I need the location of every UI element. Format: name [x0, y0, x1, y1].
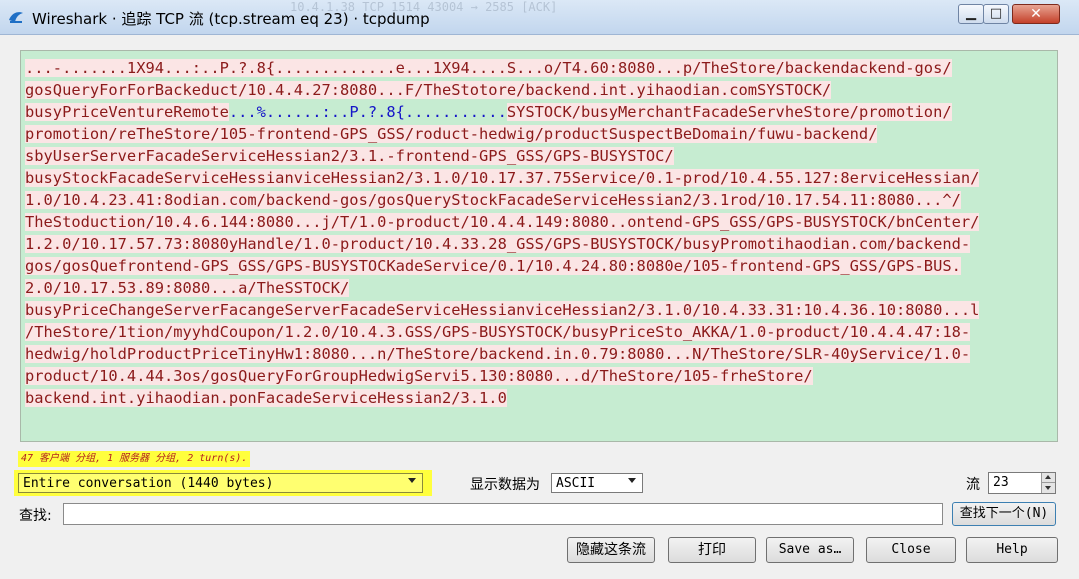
format-select-value: ASCII: [556, 476, 596, 491]
client-data-segment: backend.int.yihaodian.ponFacadeServiceHe…: [25, 389, 507, 407]
client-data-segment: product/10.4.44.3os/gosQueryForGroupHedw…: [25, 367, 813, 385]
follow-tcp-stream-window: 10.4.1.38 TCP 1514 43004 → 2585 [ACK] Wi…: [0, 0, 1079, 579]
chevron-down-icon: [628, 478, 636, 483]
window-title: Wireshark · 追踪 TCP 流 (tcp.stream eq 23) …: [32, 10, 430, 28]
maximize-icon: □: [989, 6, 1003, 21]
server-data-segment: ...%......:..P.?.8{...........: [228, 103, 507, 121]
hide-stream-button[interactable]: 隐藏这条流: [567, 537, 655, 563]
client-data-segment: promotion/reTheStore/105-frontend-GPS_GS…: [25, 125, 878, 143]
stream-line: busyStockFacadeServiceHessianviceHessian…: [25, 167, 980, 189]
stream-line: sbyUserServerFacadeServiceHessian2/3.1.-…: [25, 145, 979, 167]
client-data-segment: 2.0/10.17.53.89:8080...a/TheSSTOCK/: [25, 279, 350, 297]
stream-line: 1.2.0/10.17.57.73:8080yHandle/1.0-produc…: [25, 233, 979, 255]
stream-line: busyPriceVentureRemote...%......:..P.?.8…: [25, 101, 979, 123]
title-bar[interactable]: 10.4.1.38 TCP 1514 43004 → 2585 [ACK] Wi…: [0, 0, 1079, 35]
minimize-icon: ▁: [966, 6, 976, 21]
client-data-segment: TheStoduction/10.4.6.144:8080...j/T/1.0-…: [25, 213, 980, 231]
client-data-segment: gos/gosQuefrontend-GPS_GSS/GPS-BUSYSTOCK…: [25, 257, 961, 275]
stream-line: hedwig/holdProductPriceTinyHw1:8080...n/…: [25, 343, 979, 365]
client-data-segment: 1.2.0/10.17.57.73:8080yHandle/1.0-produc…: [25, 235, 971, 253]
spin-down-icon[interactable]: [1041, 483, 1055, 493]
conversation-select[interactable]: Entire conversation (1440 bytes): [18, 473, 423, 493]
client-data-segment: ...-.......1X94...:..P.?.8{.............…: [25, 59, 952, 77]
stream-line: gos/gosQuefrontend-GPS_GSS/GPS-BUSYSTOCK…: [25, 255, 979, 277]
client-data-segment: busyStockFacadeServiceHessianviceHessian…: [25, 169, 980, 187]
client-data-segment: /TheStore/1tion/myyhdCoupon/1.2.0/10.4.3…: [25, 323, 971, 341]
stream-line: TheStoduction/10.4.6.144:8080...j/T/1.0-…: [25, 211, 980, 233]
minimize-button[interactable]: ▁: [958, 4, 984, 24]
chevron-down-icon: [408, 478, 416, 483]
stream-number-spinbox[interactable]: 23: [988, 472, 1056, 494]
save-as-button[interactable]: Save as…: [766, 537, 854, 563]
spin-up-icon[interactable]: [1041, 473, 1055, 483]
stream-number-value: 23: [993, 475, 1009, 490]
client-data-segment: busyPriceChangeServerFacangeServerFacade…: [25, 301, 980, 319]
close-icon: ✕: [1030, 6, 1042, 22]
format-select[interactable]: ASCII: [551, 473, 643, 493]
client-data-segment: SYSTOCK/busyMerchantFacadeServheStore/pr…: [506, 103, 952, 121]
maximize-button[interactable]: □: [983, 4, 1009, 24]
conversation-select-value: Entire conversation (1440 bytes): [23, 476, 274, 491]
stream-line: ...-.......1X94...:..P.?.8{.............…: [25, 57, 979, 79]
wireshark-fin-icon: [9, 12, 23, 23]
client-data-segment: hedwig/holdProductPriceTinyHw1:8080...n/…: [25, 345, 971, 363]
stream-line: product/10.4.44.3os/gosQueryForGroupHedw…: [25, 365, 979, 387]
stream-number-label: 流: [966, 477, 980, 493]
stream-content-area[interactable]: ...-.......1X94...:..P.?.8{.............…: [20, 50, 1058, 442]
close-window-button[interactable]: ✕: [1012, 4, 1060, 24]
stream-line: gosQueryForForBackeduct/10.4.4.27:8080..…: [25, 79, 979, 101]
client-data-segment: 1.0/10.4.23.41:8odian.com/backend-gos/go…: [25, 191, 961, 209]
client-data-segment: gosQueryForForBackeduct/10.4.4.27:8080..…: [25, 81, 832, 99]
stream-line: 2.0/10.17.53.89:8080...a/TheSSTOCK/: [25, 277, 979, 299]
print-button[interactable]: 打印: [668, 537, 756, 563]
find-next-button[interactable]: 查找下一个(N): [952, 502, 1056, 526]
stream-lines: ...-.......1X94...:..P.?.8{.............…: [25, 57, 980, 409]
stream-line: backend.int.yihaodian.ponFacadeServiceHe…: [25, 387, 979, 409]
find-input[interactable]: [63, 503, 943, 525]
stream-line: busyPriceChangeServerFacangeServerFacade…: [25, 299, 980, 321]
format-label: 显示数据为: [470, 477, 540, 493]
packet-summary: 47 客户端 分组, 1 服务器 分组, 2 turn(s).: [18, 451, 251, 467]
client-data-segment: sbyUserServerFacadeServiceHessian2/3.1.-…: [25, 147, 674, 165]
stream-line: /TheStore/1tion/myyhdCoupon/1.2.0/10.4.3…: [25, 321, 979, 343]
help-button[interactable]: Help: [966, 537, 1058, 563]
stream-line: promotion/reTheStore/105-frontend-GPS_GS…: [25, 123, 979, 145]
client-data-segment: busyPriceVentureRemote: [25, 103, 229, 121]
find-label: 查找:: [19, 508, 52, 524]
stream-line: 1.0/10.4.23.41:8odian.com/backend-gos/go…: [25, 189, 979, 211]
close-button[interactable]: Close: [866, 537, 956, 563]
